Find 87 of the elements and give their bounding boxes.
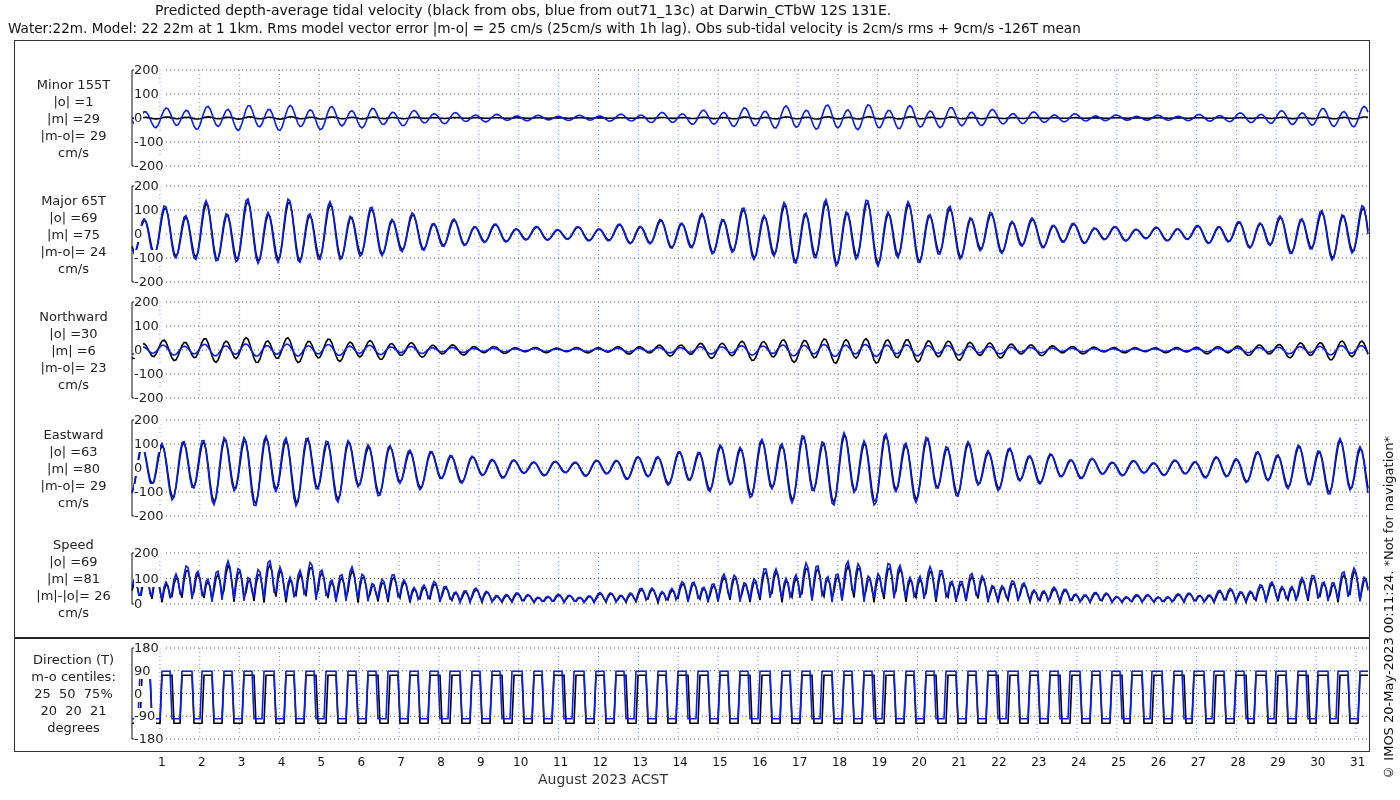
panel-label: Minor 155T bbox=[36, 75, 111, 93]
x-tick-label: 5 bbox=[317, 754, 326, 770]
y-tick-label: 100 bbox=[134, 202, 160, 218]
panel-label: |o| =69 bbox=[49, 553, 98, 570]
x-tick-label: 4 bbox=[277, 754, 286, 770]
x-axis-label: August 2023 ACST bbox=[537, 770, 669, 788]
panel-label: |m| =29 bbox=[47, 109, 100, 127]
y-tick-label: -100 bbox=[134, 484, 165, 500]
panel-label: Major 65T bbox=[41, 191, 106, 209]
y-tick-label: -100 bbox=[134, 134, 165, 150]
panel-label: Eastward bbox=[43, 425, 104, 443]
y-tick-label: 0 bbox=[134, 460, 144, 476]
panel-label: |o| =69 bbox=[49, 208, 98, 226]
y-tick-label: -100 bbox=[134, 366, 165, 382]
panel-label: |m-o|= 29 bbox=[40, 126, 107, 144]
panel-label: |m| =80 bbox=[47, 459, 100, 477]
panel-label: 20 20 21 bbox=[40, 702, 107, 719]
x-tick-label: 19 bbox=[871, 754, 888, 770]
panel-label: |o| =1 bbox=[53, 92, 94, 110]
x-tick-label: 24 bbox=[1071, 754, 1087, 770]
panel-label: |m| =6 bbox=[51, 341, 96, 359]
x-tick-label: 8 bbox=[437, 754, 445, 770]
x-tick-label: 18 bbox=[831, 754, 848, 770]
y-tick-label: 180 bbox=[134, 640, 160, 656]
panel-label: cm/s bbox=[58, 259, 89, 277]
x-tick-label: 3 bbox=[237, 754, 246, 770]
x-tick-label: 7 bbox=[397, 754, 405, 770]
panel-label: |o| =30 bbox=[49, 324, 98, 342]
x-tick-label: 28 bbox=[1230, 754, 1246, 770]
y-tick-label: -90 bbox=[134, 708, 157, 725]
x-tick-label: 10 bbox=[513, 754, 529, 770]
panel-label: |m-o|= 29 bbox=[40, 476, 107, 494]
y-tick-label: 100 bbox=[134, 318, 160, 334]
x-tick-label: 21 bbox=[951, 754, 967, 770]
x-tick-label: 9 bbox=[477, 754, 485, 770]
y-tick-label: 0 bbox=[134, 226, 144, 242]
x-tick-label: 30 bbox=[1310, 754, 1326, 770]
y-tick-label: 100 bbox=[134, 570, 160, 587]
x-tick-label: 31 bbox=[1350, 754, 1366, 770]
x-tick-label: 29 bbox=[1270, 754, 1286, 770]
x-tick-label: 23 bbox=[1031, 754, 1047, 770]
y-tick-label: 100 bbox=[134, 86, 160, 102]
panel-label: |m| =75 bbox=[47, 225, 100, 243]
panel-label: 25 50 75% bbox=[34, 685, 113, 702]
y-tick-label: 200 bbox=[134, 412, 160, 428]
panel-label: |m-o|= 24 bbox=[40, 242, 107, 260]
y-tick-label: 200 bbox=[134, 178, 160, 194]
x-tick-label: 15 bbox=[712, 754, 728, 770]
x-tick-label: 16 bbox=[752, 754, 768, 770]
panel-label: |m|-|o|= 26 bbox=[36, 587, 111, 604]
x-tick-label: 2 bbox=[197, 754, 206, 770]
x-tick-label: 22 bbox=[991, 754, 1007, 770]
y-tick-label: 100 bbox=[134, 436, 160, 452]
x-tick-label: 26 bbox=[1150, 754, 1167, 770]
y-tick-label: -100 bbox=[134, 250, 165, 266]
y-tick-label: 200 bbox=[134, 62, 160, 78]
y-tick-label: 0 bbox=[134, 342, 144, 358]
y-tick-label: 200 bbox=[134, 545, 160, 561]
x-tick-label: 17 bbox=[792, 754, 808, 770]
panel-label: m-o centiles: bbox=[31, 668, 116, 685]
y-axis bbox=[131, 552, 137, 605]
panel-label: Northward bbox=[39, 307, 108, 325]
copyright-notice: © IMOS 20-May-2023 00:11:24. *Not for navigation* bbox=[1380, 436, 1397, 780]
y-tick-label: 200 bbox=[134, 294, 160, 310]
panel-label: Speed bbox=[53, 536, 94, 553]
y-tick-label: 0 bbox=[134, 685, 144, 702]
x-tick-label: 1 bbox=[158, 754, 166, 770]
panel-label: cm/s bbox=[58, 375, 89, 393]
x-tick-label: 12 bbox=[592, 754, 608, 770]
panel-label: |o| =63 bbox=[49, 442, 98, 460]
x-tick-label: 6 bbox=[357, 754, 366, 770]
x-tick-label: 13 bbox=[632, 754, 648, 770]
x-tick-label: 25 bbox=[1110, 754, 1127, 770]
chart-subtitle: Water:22m. Model: 22 22m at 1 1km. Rms model vector error |m-o| = 25 cm/s (25cm/s with 1h lag). Obs sub-tidal velocity is 2cm/s rms + 9cm/s -126T mean bbox=[7, 19, 1082, 37]
x-tick-label: 14 bbox=[672, 754, 688, 770]
panel-label: |m-o|= 23 bbox=[40, 358, 107, 376]
panel-label: cm/s bbox=[58, 493, 89, 511]
x-tick-label: 27 bbox=[1190, 754, 1206, 770]
y-tick-label: 0 bbox=[134, 110, 144, 126]
panel-label: cm/s bbox=[58, 604, 89, 621]
panel-label: degrees bbox=[47, 719, 100, 736]
chart-title: Predicted depth-average tidal velocity (black from obs, blue from out71_13c) at Darwin_CTbW 12S 131E. bbox=[154, 1, 893, 19]
panel-label: cm/s bbox=[58, 143, 89, 161]
panel-label: |m| =81 bbox=[47, 570, 100, 587]
panel-label: Direction (T) bbox=[33, 651, 114, 668]
x-tick-label: 11 bbox=[552, 754, 569, 770]
x-tick-label: 20 bbox=[911, 754, 927, 770]
